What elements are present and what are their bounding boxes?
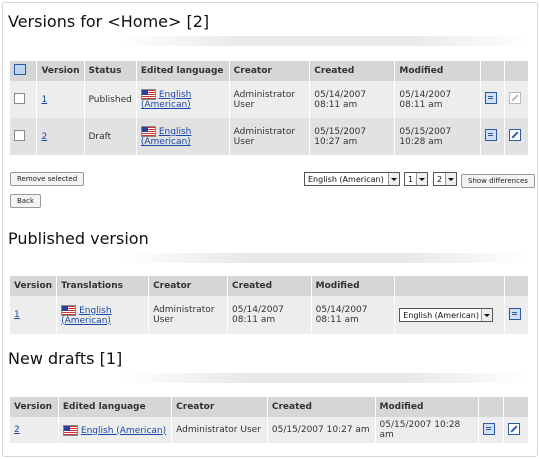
version-link[interactable]: 1: [41, 95, 47, 105]
status-cell: Published: [84, 81, 137, 118]
col-version: Version: [10, 397, 59, 417]
published-table: Version Translations Creator Created Mod…: [10, 276, 530, 334]
table-row: 2 Draft English (American) Administrator…: [10, 118, 530, 155]
col-created: Created: [267, 397, 376, 417]
col-language: Edited language: [136, 61, 230, 81]
drafts-table: Version Edited language Creator Created …: [10, 397, 529, 443]
version-a-select[interactable]: 1: [404, 172, 428, 186]
row-checkbox[interactable]: [14, 92, 25, 104]
table-row: 1 English (American) Administrator User …: [10, 296, 530, 334]
creator-cell: Administrator User: [229, 81, 311, 118]
toggle-select-header[interactable]: [10, 61, 38, 81]
copy-icon[interactable]: [508, 307, 521, 320]
us-flag-icon: [140, 126, 156, 137]
versions-table: Version Status Edited language Creator C…: [10, 61, 530, 155]
col-version: Version: [36, 61, 85, 81]
published-title: Published version: [8, 229, 149, 248]
chevron-down-icon: [481, 309, 493, 321]
modified-cell: 05/14/2007 08:11 am: [311, 296, 396, 334]
back-button[interactable]: Back: [10, 194, 41, 208]
title-band: [120, 253, 530, 263]
col-created: Created: [309, 61, 396, 81]
col-modified: Modified: [394, 61, 481, 81]
title-band: [120, 373, 530, 383]
chevron-down-icon: [388, 173, 399, 185]
us-flag-icon: [61, 304, 77, 316]
edit-icon-disabled: [508, 92, 521, 104]
col-modified: Modified: [311, 276, 396, 296]
language-link[interactable]: English (American): [81, 426, 166, 436]
translation-select[interactable]: English (American): [399, 308, 494, 322]
remove-selected-button[interactable]: Remove selected: [10, 172, 85, 186]
col-created: Created: [227, 276, 312, 296]
created-cell: 05/15/2007 10:27 am: [309, 118, 396, 155]
language-select[interactable]: English (American): [304, 172, 400, 186]
title-band: [120, 36, 530, 46]
toggle-select-icon[interactable]: [14, 64, 26, 75]
col-creator: Creator: [171, 397, 268, 417]
us-flag-icon: [62, 424, 78, 436]
modified-cell: 05/14/2007 08:11 am: [394, 81, 481, 118]
row-checkbox[interactable]: [14, 129, 25, 141]
col-creator: Creator: [229, 61, 311, 81]
col-creator: Creator: [148, 276, 229, 296]
modified-cell: 05/15/2007 10:28 am: [394, 118, 481, 155]
chevron-down-icon: [416, 173, 427, 185]
copy-icon[interactable]: [484, 92, 497, 104]
version-b-select[interactable]: 2: [433, 172, 457, 186]
drafts-title: New drafts [1]: [8, 349, 123, 368]
table-row: 2 English (American) Administrator User …: [10, 417, 529, 443]
version-link[interactable]: 2: [14, 425, 20, 435]
versions-title: Versions for <Home> [2]: [8, 12, 210, 31]
modified-cell: 05/15/2007 10:28 am: [375, 417, 480, 443]
copy-icon[interactable]: [483, 422, 496, 435]
version-link[interactable]: 1: [14, 310, 20, 320]
table-row: 1 Published English (American) Administr…: [10, 81, 530, 118]
col-status: Status: [84, 61, 137, 81]
created-cell: 05/15/2007 10:27 am: [267, 417, 376, 443]
col-modified: Modified: [375, 397, 480, 417]
edit-icon[interactable]: [508, 422, 521, 435]
creator-cell: Administrator User: [171, 417, 268, 443]
col-language: Edited language: [58, 397, 173, 417]
us-flag-icon: [140, 89, 156, 100]
col-version: Version: [10, 276, 58, 296]
created-cell: 05/14/2007 08:11 am: [227, 296, 312, 334]
show-differences-button[interactable]: Show differences: [461, 174, 535, 188]
created-cell: 05/14/2007 08:11 am: [309, 81, 396, 118]
edit-icon[interactable]: [508, 129, 521, 141]
copy-icon[interactable]: [484, 129, 497, 141]
version-link[interactable]: 2: [41, 132, 47, 142]
chevron-down-icon: [445, 173, 456, 185]
col-translations: Translations: [56, 276, 150, 296]
creator-cell: Administrator User: [229, 118, 311, 155]
status-cell: Draft: [84, 118, 137, 155]
creator-cell: Administrator User: [148, 296, 229, 334]
